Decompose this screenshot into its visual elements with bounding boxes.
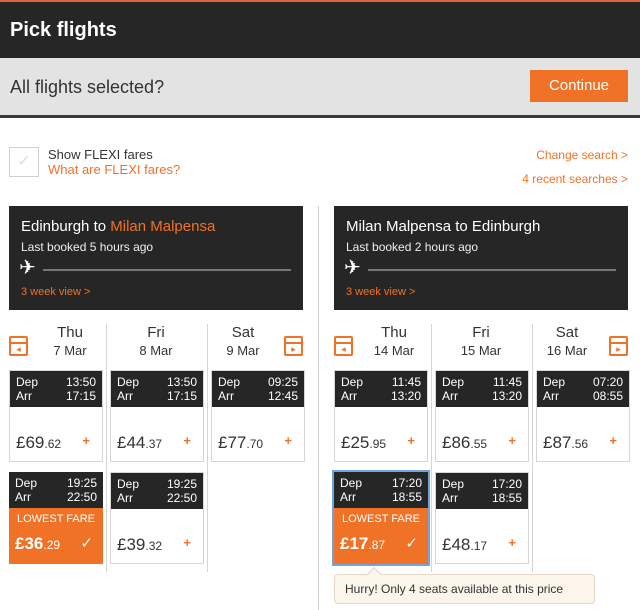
lowest-fare-badge: LOWEST FARE bbox=[341, 513, 421, 525]
outbound-route-title: Edinburgh to Milan Malpensa bbox=[21, 218, 215, 235]
flight-times: Dep 09:25 Arr 12:45 bbox=[212, 371, 304, 407]
flight-card[interactable]: Dep 17:20 Arr 18:55 £48.17 + bbox=[435, 472, 529, 564]
flight-card[interactable]: Dep 11:45 Arr 13:20 £25.95 + bbox=[334, 370, 428, 462]
outbound-route-header: Edinburgh to Milan Malpensa Last booked … bbox=[9, 206, 303, 310]
plus-icon[interactable]: + bbox=[82, 433, 90, 448]
arrival-time: 13:20 bbox=[390, 389, 421, 403]
arrival-time: 18:55 bbox=[491, 491, 522, 505]
flight-card[interactable]: Dep 13:50 Arr 17:15 £44.37 + bbox=[110, 370, 204, 462]
fare-price: £17.87 bbox=[340, 534, 386, 553]
day-header: Thu 7 Mar bbox=[53, 324, 87, 358]
flexi-label: Show FLEXI fares bbox=[48, 147, 153, 162]
fare-price: £25.95 bbox=[341, 433, 387, 452]
day-header: Sat 16 Mar bbox=[546, 324, 588, 358]
flight-times: Dep 07:20 Arr 08:55 bbox=[537, 371, 629, 407]
outbound-week-view-link[interactable]: 3 week view > bbox=[21, 286, 90, 298]
selection-bar: All flights selected? Continue bbox=[0, 58, 640, 118]
plane-icon: ✈ bbox=[344, 257, 361, 279]
day-separator bbox=[431, 324, 432, 572]
plus-icon[interactable]: + bbox=[609, 433, 617, 448]
arrival-time: 08:55 bbox=[592, 389, 623, 403]
return-week-view-link[interactable]: 3 week view > bbox=[346, 286, 415, 298]
flight-times: Dep 17:20 Arr 18:55 bbox=[436, 473, 528, 509]
checkmark-icon: ✓ bbox=[80, 535, 93, 552]
lowest-fare-badge: LOWEST FARE bbox=[16, 513, 96, 525]
day-separator bbox=[106, 324, 107, 572]
fare-price: £39.32 bbox=[117, 535, 163, 554]
fare-price: £77.70 bbox=[218, 433, 264, 452]
return-route-title: Milan Malpensa to Edinburgh bbox=[346, 218, 541, 235]
arrival-time: 18:55 bbox=[391, 490, 422, 504]
change-search-link[interactable]: Change search > bbox=[536, 148, 628, 162]
flight-card[interactable]: Dep 19:25 Arr 22:50 £39.32 + bbox=[110, 472, 204, 564]
fare-price: £87.56 bbox=[543, 433, 589, 452]
plus-icon[interactable]: + bbox=[284, 433, 292, 448]
tooltip-text: Hurry! Only 4 seats available at this pr… bbox=[345, 582, 564, 596]
plus-icon[interactable]: + bbox=[508, 535, 516, 550]
plus-icon[interactable]: + bbox=[508, 433, 516, 448]
flight-card[interactable]: Dep 11:45 Arr 13:20 £86.55 + bbox=[435, 370, 529, 462]
flight-times: Dep 11:45 Arr 13:20 bbox=[436, 371, 528, 407]
arrival-time: 22:50 bbox=[66, 490, 97, 504]
return-last-booked: Last booked 2 hours ago bbox=[346, 240, 479, 254]
day-header: Fri 15 Mar bbox=[460, 324, 502, 358]
checkmark-icon: ✓ bbox=[405, 535, 418, 552]
outbound-origin: Edinburgh bbox=[21, 218, 90, 235]
checkbox-icon: ✓ bbox=[17, 153, 31, 170]
day-header: Fri 8 Mar bbox=[139, 324, 173, 358]
top-header: Pick flights bbox=[0, 0, 640, 58]
arrival-time: 12:45 bbox=[267, 389, 298, 403]
plus-icon[interactable]: + bbox=[183, 433, 191, 448]
fare-price: £44.37 bbox=[117, 433, 163, 452]
page-title: Pick flights bbox=[10, 19, 117, 41]
outbound-last-booked: Last booked 5 hours ago bbox=[21, 240, 154, 254]
fare-price: £69.62 bbox=[16, 433, 62, 452]
continue-button[interactable]: Continue bbox=[530, 70, 628, 102]
selection-question: All flights selected? bbox=[10, 77, 165, 97]
plus-icon[interactable]: + bbox=[407, 433, 415, 448]
day-separator bbox=[207, 324, 208, 572]
route-to-word: to bbox=[93, 218, 107, 235]
flexi-checkbox[interactable]: ✓ bbox=[9, 147, 39, 177]
day-header: Sat 9 Mar bbox=[226, 324, 260, 358]
arrival-time: 13:20 bbox=[491, 389, 522, 403]
flexi-info-link[interactable]: What are FLEXI fares? bbox=[48, 162, 180, 177]
selected-flight-card[interactable]: Dep 17:20 Arr 18:55 LOWEST FARE £17.87 ✓ bbox=[334, 472, 428, 564]
seats-warning-tooltip: Hurry! Only 4 seats available at this pr… bbox=[334, 566, 595, 604]
plus-icon[interactable]: + bbox=[183, 535, 191, 550]
return-route-header: Milan Malpensa to Edinburgh Last booked … bbox=[334, 206, 628, 310]
day-header: Thu 14 Mar bbox=[373, 324, 415, 358]
fare-price: £86.55 bbox=[442, 433, 488, 452]
plane-icon: ✈ bbox=[19, 257, 36, 279]
tooltip-caret bbox=[366, 566, 382, 582]
flight-times: Dep 13:50 Arr 17:15 bbox=[10, 371, 102, 407]
flight-times: Dep 13:50 Arr 17:15 bbox=[111, 371, 203, 407]
day-separator bbox=[532, 324, 533, 572]
flight-card[interactable]: Dep 13:50 Arr 17:15 £69.62 + bbox=[9, 370, 103, 462]
flight-card[interactable]: Dep 07:20 Arr 08:55 £87.56 + bbox=[536, 370, 630, 462]
flight-track-line bbox=[368, 269, 616, 271]
flight-times: Dep 11:45 Arr 13:20 bbox=[335, 371, 427, 407]
column-divider bbox=[318, 206, 319, 610]
flight-times: Dep 19:25 Arr 22:50 bbox=[9, 472, 103, 508]
flight-card[interactable]: Dep 09:25 Arr 12:45 £77.70 + bbox=[211, 370, 305, 462]
flight-times: Dep 19:25 Arr 22:50 bbox=[111, 473, 203, 509]
outbound-destination: Milan Malpensa bbox=[110, 218, 216, 235]
fare-price: £48.17 bbox=[442, 535, 488, 554]
flight-track-line bbox=[43, 269, 291, 271]
fare-price: £36.29 bbox=[15, 534, 61, 553]
recent-searches-link[interactable]: 4 recent searches > bbox=[522, 172, 628, 186]
arrival-time: 17:15 bbox=[65, 389, 96, 403]
arrival-time: 22:50 bbox=[166, 491, 197, 505]
flight-times: Dep 17:20 Arr 18:55 bbox=[334, 472, 428, 508]
arrival-time: 17:15 bbox=[166, 389, 197, 403]
selected-flight-card[interactable]: Dep 19:25 Arr 22:50 LOWEST FARE £36.29 ✓ bbox=[9, 472, 103, 564]
